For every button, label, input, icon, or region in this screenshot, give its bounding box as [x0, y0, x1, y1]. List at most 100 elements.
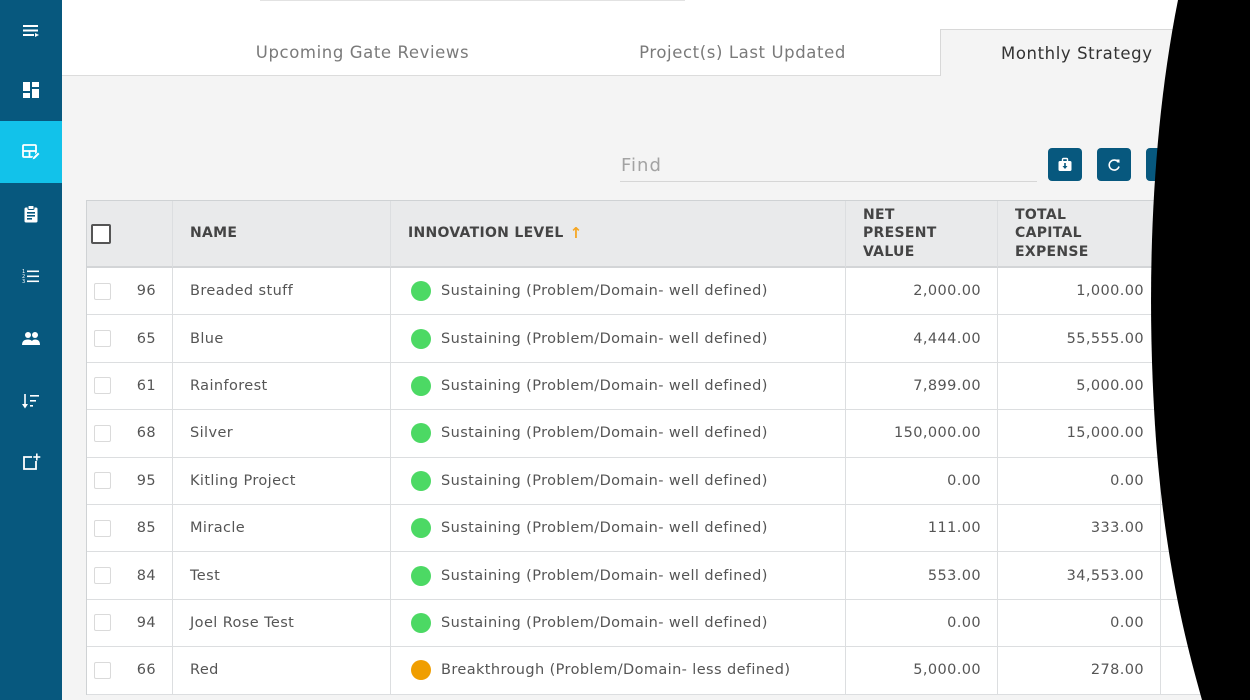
export-button[interactable]	[1048, 148, 1082, 181]
net-present-value: 0.00	[947, 472, 981, 489]
dashboard-icon	[23, 82, 39, 98]
name-cell: Miracle	[173, 504, 391, 553]
table-row[interactable]: 96 Breaded stuff Sustaining (Problem/Domai…	[87, 268, 1250, 316]
table-row[interactable]: 84 Test Sustaining (Problem/Domain- well d…	[87, 552, 1250, 600]
numbered-list-icon: 123	[22, 269, 39, 285]
select-cell: 94	[87, 599, 173, 648]
table-row[interactable]: 95 Kitling Project Sustaining (Problem/Dom…	[87, 457, 1250, 505]
net-present-value: 2,000.00	[913, 283, 981, 300]
innovation-status-dot-icon	[411, 660, 431, 681]
sidebar-item-dashboard[interactable]	[0, 59, 62, 121]
menu-collapse-icon	[23, 25, 39, 37]
table-row[interactable]: 61 Rainforest Sustaining (Problem/Domain- …	[87, 362, 1250, 411]
hidden-column-cell	[1161, 268, 1250, 316]
name-cell: Rainforest	[173, 362, 391, 411]
refresh-button[interactable]	[1097, 148, 1131, 181]
sidebar-item-menu[interactable]	[0, 0, 62, 62]
sidebar-item-add-box[interactable]	[0, 431, 62, 493]
row-checkbox[interactable]	[94, 282, 111, 300]
net-present-value: 553.00	[927, 567, 981, 584]
app-window: 123 Upcoming Gate Reviews Project(s) Las…	[0, 0, 1250, 700]
export-briefcase-icon	[1058, 157, 1072, 171]
tab-projects-last-updated[interactable]: Project(s) Last Updated	[590, 29, 895, 76]
select-cell: 84	[87, 552, 173, 600]
innovation-level-text: Sustaining (Problem/Domain- well defined…	[441, 520, 768, 537]
row-checkbox[interactable]	[94, 330, 111, 348]
row-checkbox[interactable]	[94, 567, 111, 585]
innovation-level-cell: Sustaining (Problem/Domain- well defined…	[391, 599, 846, 648]
project-name: Silver	[190, 425, 234, 442]
table-row[interactable]: 65 Blue Sustaining (Problem/Domain- well d…	[87, 315, 1250, 363]
project-name: Miracle	[190, 520, 246, 537]
column-header-net-present-value[interactable]: NET PRESENT VALUE	[846, 201, 998, 268]
project-id: 65	[136, 330, 156, 347]
row-checkbox[interactable]	[94, 472, 111, 490]
innovation-level-cell: Sustaining (Problem/Domain- well defined…	[391, 504, 846, 553]
people-icon	[22, 332, 40, 345]
net-present-value: 4,444.00	[913, 330, 981, 347]
hidden-column-cell	[1161, 552, 1250, 600]
total-capital-expense: 0.00	[1110, 472, 1144, 489]
hidden-column-cell	[1161, 363, 1250, 411]
innovation-level-cell: Sustaining (Problem/Domain- well defined…	[391, 268, 846, 316]
project-id: 85	[136, 520, 156, 537]
table-row[interactable]: 85 Miracle Sustaining (Problem/Domain- wel…	[87, 504, 1250, 553]
hidden-column-cell	[1161, 600, 1250, 648]
table-row[interactable]: 66 Red Breakthrough (Problem/Domain- less …	[87, 647, 1250, 695]
column-header-innovation-level[interactable]: INNOVATION LEVEL ↑	[391, 201, 846, 268]
total-capital-expense: 0.00	[1110, 614, 1144, 631]
column-header-hidden	[1161, 201, 1250, 268]
row-checkbox[interactable]	[94, 519, 111, 537]
select-all-checkbox[interactable]	[91, 223, 111, 244]
tab-label: Monthly Strategy	[1001, 44, 1153, 63]
top-input-border	[260, 0, 685, 1]
project-name: Blue	[190, 330, 224, 347]
name-cell: Test	[173, 552, 391, 600]
net-present-value-cell: 150,000.00	[846, 410, 998, 458]
net-present-value: 7,899.00	[913, 377, 981, 394]
total-capital-expense-cell: 0.00	[998, 457, 1161, 505]
project-name: Kitling Project	[190, 472, 296, 489]
sidebar-item-people[interactable]	[0, 308, 62, 370]
column-label: NET PRESENT VALUE	[863, 206, 937, 260]
row-checkbox[interactable]	[94, 661, 111, 679]
column-header-total-capital-expense[interactable]: TOTAL CAPITAL EXPENSE	[998, 201, 1161, 268]
row-checkbox[interactable]	[94, 377, 111, 395]
sidebar-item-clipboard[interactable]	[0, 183, 62, 245]
total-capital-expense-cell: 0.00	[998, 599, 1161, 648]
innovation-level-text: Sustaining (Problem/Domain- well defined…	[441, 472, 768, 489]
sidebar: 123	[0, 0, 62, 700]
project-id: 84	[136, 567, 156, 584]
find-input[interactable]	[620, 150, 1037, 182]
innovation-level-cell: Sustaining (Problem/Domain- well defined…	[391, 410, 846, 458]
tab-upcoming-gate-reviews[interactable]: Upcoming Gate Reviews	[210, 29, 515, 76]
hidden-column-cell	[1161, 315, 1250, 363]
sidebar-item-table-edit[interactable]	[0, 121, 62, 183]
net-present-value-cell: 0.00	[846, 599, 998, 648]
project-name: Breaded stuff	[190, 283, 294, 300]
column-header-name[interactable]: NAME	[173, 201, 391, 268]
innovation-status-dot-icon	[411, 281, 431, 302]
row-checkbox[interactable]	[94, 614, 111, 632]
sidebar-item-numbered-list[interactable]: 123	[0, 245, 62, 307]
innovation-level-text: Sustaining (Problem/Domain- well defined…	[441, 567, 768, 584]
sidebar-item-sort[interactable]	[0, 370, 62, 432]
select-cell: 85	[87, 504, 173, 553]
hidden-column-cell	[1161, 458, 1250, 505]
table-row[interactable]: 94 Joel Rose Test Sustaining (Problem/Doma…	[87, 599, 1250, 648]
project-name: Joel Rose Test	[190, 614, 295, 631]
tab-label: Project(s) Last Updated	[639, 43, 846, 62]
innovation-level-cell: Sustaining (Problem/Domain- well defined…	[391, 362, 846, 411]
sort-ascending-icon: ↑	[569, 224, 583, 243]
net-present-value-cell: 5,000.00	[846, 647, 998, 695]
select-cell: 96	[87, 268, 173, 316]
row-checkbox[interactable]	[94, 424, 111, 442]
select-cell: 61	[87, 362, 173, 411]
table-row[interactable]: 68 Silver Sustaining (Problem/Domain- well…	[87, 410, 1250, 458]
innovation-level-cell: Sustaining (Problem/Domain- well defined…	[391, 552, 846, 600]
sort-icon	[22, 394, 39, 409]
innovation-status-dot-icon	[411, 423, 431, 444]
tab-monthly-strategy[interactable]: Monthly Strategy	[940, 29, 1250, 77]
more-button[interactable]	[1146, 148, 1180, 181]
total-capital-expense-cell: 55,555.00	[998, 315, 1161, 363]
